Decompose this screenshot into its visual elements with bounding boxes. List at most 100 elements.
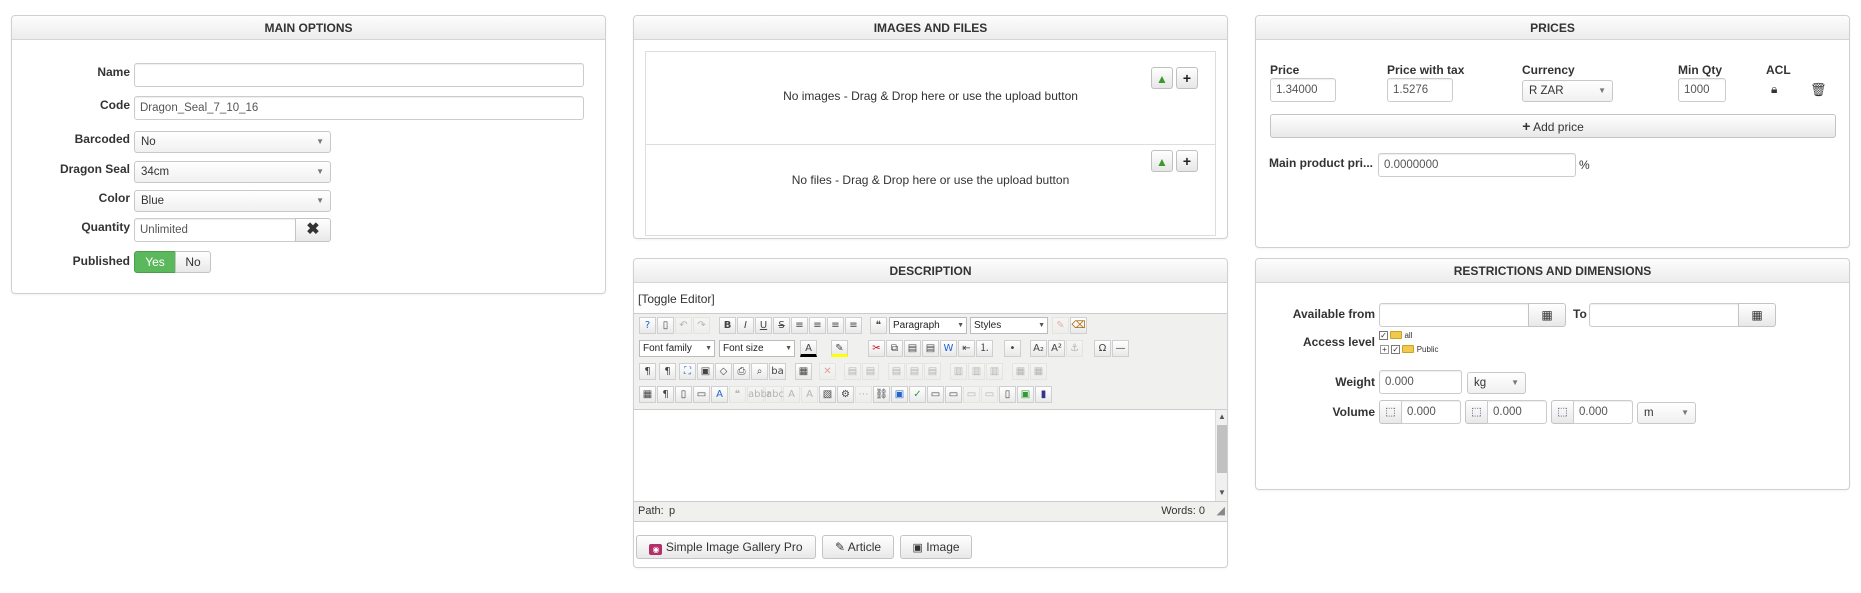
weight-input[interactable]: 0.000 — [1379, 370, 1462, 394]
files-dropzone[interactable]: No files - Drag & Drop here or use the u… — [645, 144, 1216, 236]
currency-select[interactable]: R ZAR ▼ — [1522, 80, 1613, 102]
published-no-button[interactable]: No — [175, 251, 211, 273]
paste-icon[interactable]: ▤ — [904, 340, 921, 357]
layer-icon[interactable]: ▭ — [693, 386, 710, 403]
align-center-icon[interactable]: ≡ — [809, 317, 826, 334]
expand-icon[interactable]: + — [1380, 345, 1389, 354]
scroll-thumb[interactable] — [1217, 425, 1227, 473]
paragraph-select[interactable]: Paragraph ▼ — [889, 317, 967, 334]
main-product-price-input[interactable]: 0.0000000 — [1378, 153, 1576, 177]
name-input[interactable] — [134, 63, 584, 87]
preview-icon[interactable]: ▣ — [697, 363, 714, 380]
more-icon[interactable]: ▭ — [981, 386, 998, 403]
attributes-icon[interactable]: ▧ — [819, 386, 836, 403]
new-document-icon[interactable]: ▯ — [657, 317, 674, 334]
access-all-checkbox[interactable]: ✓ — [1379, 331, 1388, 340]
subscript-icon[interactable]: A₂ — [1030, 340, 1047, 357]
volume-width-input[interactable]: 0.000 — [1487, 400, 1547, 424]
style-props-icon[interactable]: A — [711, 386, 728, 403]
available-to-input[interactable] — [1589, 303, 1739, 327]
editor-content-area[interactable]: ▲ ▼ — [634, 410, 1227, 502]
price-input[interactable]: 1.34000 — [1270, 78, 1336, 102]
ltr-icon[interactable]: ¶ — [639, 363, 656, 380]
merge-cells-icon[interactable]: ▦ — [1030, 363, 1047, 380]
abbr-icon[interactable]: abbr — [747, 386, 771, 403]
search-icon[interactable]: ⌕ — [751, 363, 768, 380]
fullscreen-icon[interactable]: ⛶ — [679, 363, 696, 380]
volume-unit-select[interactable]: m ▼ — [1637, 402, 1696, 424]
link-icon[interactable]: ⛓ — [873, 386, 890, 403]
align-left-icon[interactable]: ≡ — [827, 317, 844, 334]
replace-icon[interactable]: ba — [769, 363, 786, 380]
justify-full-icon[interactable]: ≡ — [791, 317, 808, 334]
highlight-color-icon[interactable]: ✎ — [831, 340, 848, 357]
published-yes-button[interactable]: Yes — [134, 251, 176, 273]
help-icon[interactable]: ? — [639, 317, 656, 334]
paste-word-icon[interactable]: W — [940, 340, 957, 357]
table-icon[interactable]: ▦ — [795, 363, 812, 380]
upload-image-button[interactable]: ▲ — [1151, 67, 1173, 89]
gallery-icon[interactable]: ▣ — [1017, 386, 1034, 403]
add-price-button[interactable]: + Add price — [1270, 114, 1836, 138]
article-icon[interactable]: ▯ — [999, 386, 1016, 403]
show-blocks-icon[interactable]: ¶ — [657, 386, 674, 403]
image-button[interactable]: ▣ Image — [900, 535, 972, 559]
superscript-icon[interactable]: A² — [1048, 340, 1065, 357]
col-before-icon[interactable]: ▥ — [950, 363, 967, 380]
numbered-list-icon[interactable]: ⒈ — [976, 340, 993, 357]
code-input[interactable]: Dragon_Seal_7_10_16 — [134, 96, 584, 120]
dragon-seal-select[interactable]: 34cm ▼ — [134, 161, 331, 183]
simple-image-gallery-button[interactable]: ◉ Simple Image Gallery Pro — [636, 535, 816, 559]
del-icon[interactable]: A — [783, 386, 800, 403]
delete-col-icon[interactable]: ▥ — [986, 363, 1003, 380]
add-image-button[interactable]: + — [1176, 67, 1198, 89]
rtl-icon[interactable]: ¶ — [659, 363, 676, 380]
available-from-input[interactable] — [1379, 303, 1529, 327]
volume-length-input[interactable]: 0.000 — [1401, 400, 1461, 424]
visual-aid-icon[interactable]: ▦ — [639, 386, 656, 403]
horizontal-rule-icon[interactable]: — — [1112, 340, 1129, 357]
pagebreak-icon[interactable]: ⋯ — [855, 386, 872, 403]
row-after-icon[interactable]: ▤ — [906, 363, 923, 380]
spellcheck-icon[interactable]: ✓ — [909, 386, 926, 403]
lock-icon[interactable]: 🔒︎ — [1771, 82, 1777, 97]
images-dropzone[interactable]: No images - Drag & Drop here or use the … — [645, 51, 1216, 144]
strikethrough-icon[interactable]: S — [773, 317, 790, 334]
outdent-icon[interactable]: ⇤ — [958, 340, 975, 357]
cleanup-icon[interactable]: ⌫ — [1070, 317, 1087, 334]
access-public-checkbox[interactable]: ✓ — [1391, 345, 1401, 354]
toggle-editor-link[interactable]: [Toggle Editor] — [638, 292, 715, 306]
split-cells-icon[interactable]: ▦ — [1012, 363, 1029, 380]
cut-icon[interactable]: ✂ — [868, 340, 885, 357]
styles-select[interactable]: Styles ▼ — [970, 317, 1048, 334]
available-to-calendar-button[interactable]: ▦ — [1738, 303, 1776, 327]
save-icon[interactable]: ▮ — [1035, 386, 1052, 403]
insert-image-icon[interactable]: ▣ — [891, 386, 908, 403]
available-from-calendar-button[interactable]: ▦ — [1528, 303, 1566, 327]
row-props-icon[interactable]: ▤ — [862, 363, 879, 380]
delete-table-icon[interactable]: ✕ — [819, 363, 836, 380]
article-button[interactable]: ✎ Article — [822, 535, 894, 559]
path-value[interactable]: p — [669, 502, 675, 521]
media-icon[interactable]: ▭ — [927, 386, 944, 403]
trash-icon[interactable]: 🗑︎ — [1810, 82, 1827, 98]
acronym-icon[interactable]: abc — [765, 386, 784, 403]
blockquote-icon[interactable]: ❝ — [870, 317, 887, 334]
weight-unit-select[interactable]: kg ▼ — [1467, 372, 1526, 394]
clear-quantity-button[interactable]: ✖ — [295, 218, 331, 242]
bullet-list-icon[interactable]: • — [1004, 340, 1021, 357]
cite-icon[interactable]: ❝ — [729, 386, 746, 403]
price-tax-input[interactable]: 1.5276 — [1387, 78, 1453, 102]
font-family-select[interactable]: Font family ▼ — [639, 340, 715, 357]
delete-row-icon[interactable]: ▤ — [924, 363, 941, 380]
redo-icon[interactable]: ↷ — [693, 317, 710, 334]
barcoded-select[interactable]: No ▼ — [134, 131, 331, 153]
italic-icon[interactable]: I — [737, 317, 754, 334]
print-icon[interactable]: ⎙ — [733, 363, 750, 380]
row-before-icon[interactable]: ▤ — [888, 363, 905, 380]
nonbreaking-icon[interactable]: ⚙ — [837, 386, 854, 403]
eraser-icon[interactable]: ✎ — [1052, 317, 1069, 334]
min-qty-input[interactable]: 1000 — [1678, 78, 1726, 102]
template-icon[interactable]: ▯ — [675, 386, 692, 403]
resize-handle[interactable]: ◢ — [1217, 502, 1225, 521]
